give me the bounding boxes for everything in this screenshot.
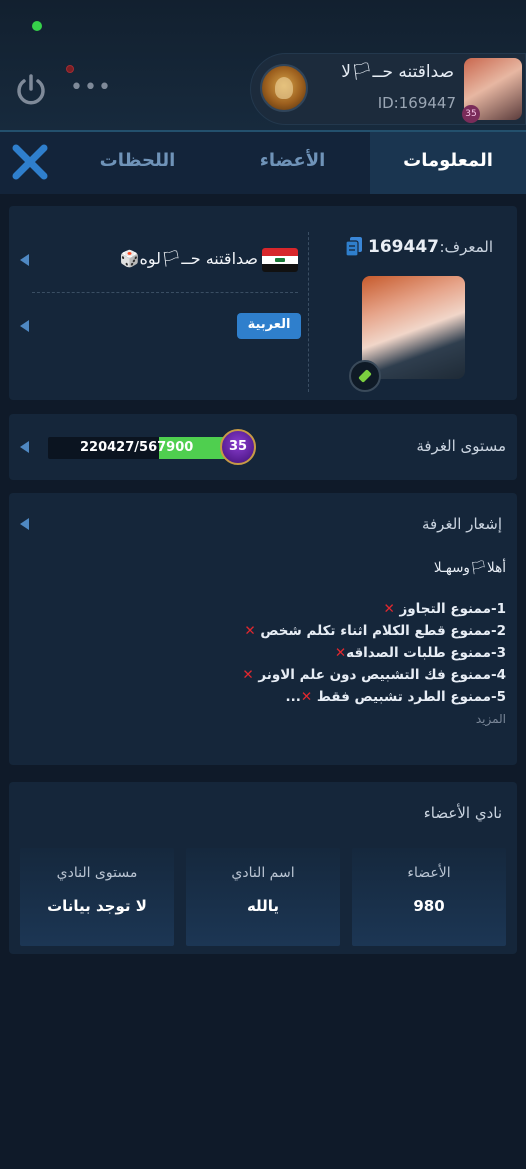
level-icon: 35: [220, 429, 256, 465]
name-divider: [32, 292, 298, 293]
x-icon: ✕: [300, 689, 313, 705]
owner-name: صداقتنه حــ🏳لا: [341, 62, 454, 82]
xp-text: 220427/567900: [80, 440, 194, 455]
tab-members[interactable]: الأعضاء: [215, 132, 370, 194]
tab-info[interactable]: المعلومات: [370, 132, 526, 194]
club-level-label: مستوى النادي: [56, 865, 138, 881]
x-icon: ✕: [244, 623, 256, 639]
club-name-label: اسم النادي: [231, 865, 295, 881]
language-pill[interactable]: العربية: [237, 313, 301, 339]
x-icon: ✕: [334, 645, 347, 661]
flag-icon: [262, 248, 298, 272]
notice-title: إشعار الغرفة: [421, 515, 502, 533]
power-icon[interactable]: [13, 72, 49, 108]
room-photo[interactable]: [362, 276, 465, 379]
club-level-value: لا توجد بيانات: [47, 897, 147, 915]
notice-line-4: 4-ممنوع فك التشبيص دون علم الاونر ✕: [242, 667, 506, 683]
club-level-cell[interactable]: مستوى النادي لا توجد بيانات: [20, 848, 174, 946]
room-level-label: مستوى الغرفة: [416, 437, 506, 455]
room-id-value: 169447: [368, 237, 439, 257]
club-name-cell[interactable]: اسم النادي يالله: [186, 848, 340, 946]
notice-more-link[interactable]: المزيد: [476, 712, 506, 726]
close-icon[interactable]: [12, 142, 48, 182]
owner-frame-badge: [260, 64, 308, 112]
owner-id: ID:169447: [377, 94, 456, 112]
more-icon[interactable]: •••: [70, 76, 111, 100]
notification-dot: [66, 65, 74, 73]
notice-greeting: أهلا🏳وسهـلا: [433, 560, 506, 576]
room-name: صداقتنه حــ🏳لوه🎲: [119, 249, 258, 268]
room-level-arrow[interactable]: [20, 441, 29, 453]
club-members-label: الأعضاء: [407, 865, 451, 881]
notice-line-3: 3-ممنوع طلبات الصداقه✕: [334, 645, 506, 661]
edit-icon[interactable]: [349, 360, 381, 392]
room-name-arrow[interactable]: [20, 254, 29, 266]
x-icon: ✕: [383, 601, 395, 617]
language-arrow[interactable]: [20, 320, 29, 332]
info-divider: [308, 232, 309, 392]
notice-line-5: 5-ممنوع الطرد تشبيص فقط ✕...: [285, 689, 506, 705]
club-name-value: يالله: [246, 897, 280, 915]
online-status-dot: [32, 21, 42, 31]
notice-line-1: 1-ممنوع التجاوز ✕: [383, 601, 506, 617]
tab-moments[interactable]: اللحظات: [60, 132, 215, 194]
club-members-cell[interactable]: الأعضاء 980: [352, 848, 506, 946]
club-members-value: 980: [413, 897, 445, 915]
id-label: المعرف:: [439, 238, 493, 256]
owner-level-badge: 35: [462, 105, 480, 123]
copy-icon[interactable]: [345, 236, 363, 258]
x-icon: ✕: [242, 667, 254, 683]
notice-line-2: 2-ممنوع قطع الكلام اثناء تكلم شخص ✕: [244, 623, 506, 639]
club-title: نادي الأعضاء: [423, 804, 502, 822]
notice-arrow[interactable]: [20, 518, 29, 530]
